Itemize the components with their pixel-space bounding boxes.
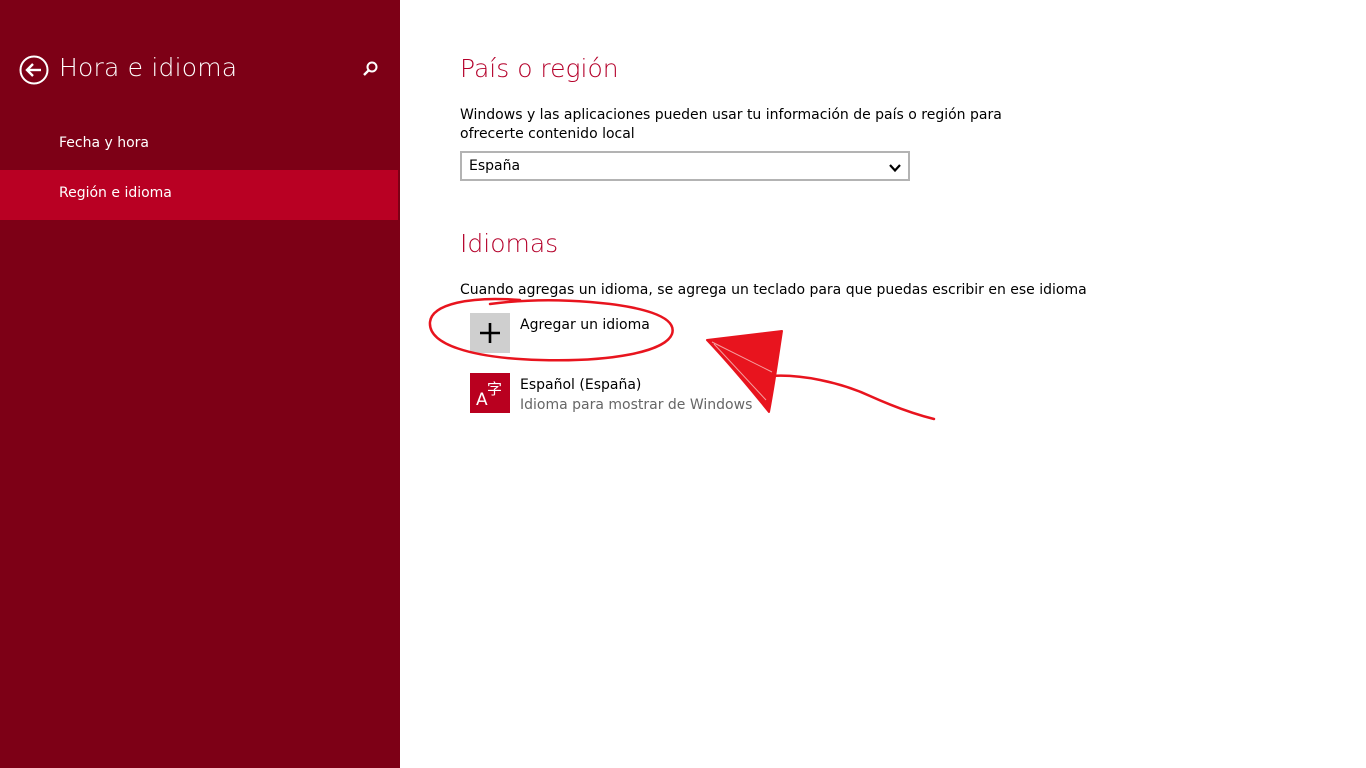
region-description: Windows y las aplicaciones pueden usar t…: [460, 107, 1002, 142]
sidebar-item-label: Región e idioma: [59, 185, 172, 201]
back-arrow-icon[interactable]: [19, 55, 49, 85]
language-name: Español (España): [520, 377, 642, 393]
search-icon[interactable]: [360, 60, 380, 80]
sidebar-item-region-e-idioma[interactable]: Región e idioma: [0, 170, 398, 220]
language-status: Idioma para mostrar de Windows: [520, 397, 753, 413]
sidebar: Hora e idioma Fecha y hora Región e idio…: [0, 0, 400, 768]
country-dropdown[interactable]: España: [460, 151, 910, 181]
main-content: País o región Windows y las aplicaciones…: [400, 0, 1366, 768]
add-language-label: Agregar un idioma: [520, 317, 650, 333]
sidebar-title: Hora e idioma: [59, 53, 238, 82]
sidebar-item-label: Fecha y hora: [59, 135, 150, 151]
language-icon: A 字: [470, 373, 510, 413]
sidebar-header: Hora e idioma: [0, 0, 400, 120]
plus-icon: [470, 313, 510, 353]
country-dropdown-value: España: [469, 158, 521, 174]
settings-window: Hora e idioma Fecha y hora Región e idio…: [0, 0, 1366, 768]
region-section-title: País o región: [460, 54, 619, 83]
sidebar-item-fecha-y-hora[interactable]: Fecha y hora: [0, 120, 398, 170]
language-item-espanol[interactable]: A 字 Español (España) Idioma para mostrar…: [470, 373, 830, 415]
add-language-button[interactable]: Agregar un idioma: [470, 313, 830, 355]
languages-section-title: Idiomas: [460, 229, 559, 258]
languages-description: Cuando agregas un idioma, se agrega un t…: [460, 282, 1087, 298]
chevron-down-icon: [888, 160, 902, 174]
svg-text:字: 字: [487, 380, 502, 398]
